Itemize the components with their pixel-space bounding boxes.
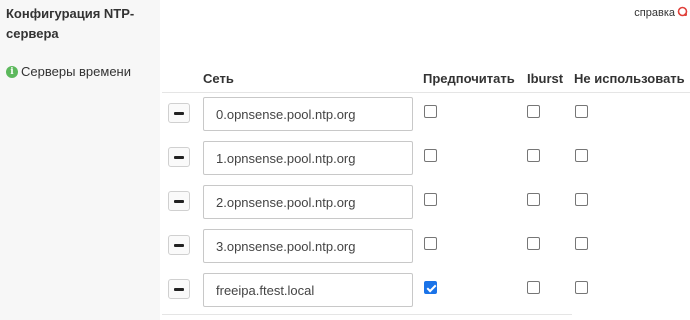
table-row <box>160 229 690 263</box>
prefer-checkbox[interactable] <box>424 281 437 294</box>
iburst-checkbox[interactable] <box>527 281 540 294</box>
remove-row-button[interactable] <box>168 147 190 167</box>
server-input[interactable] <box>203 97 413 131</box>
table-bottom-divider <box>162 314 572 315</box>
info-icon[interactable]: i <box>6 65 18 78</box>
minus-icon <box>174 287 184 291</box>
section-title: Конфигурация NTP-сервера <box>6 6 135 41</box>
field-label-text: Серверы времени <box>21 64 131 79</box>
column-header-network: Сеть <box>203 71 234 86</box>
table-row <box>160 141 690 175</box>
prefer-checkbox[interactable] <box>424 237 437 250</box>
header-divider <box>162 92 690 93</box>
label-column: Конфигурация NTP-сервера i Серверы време… <box>0 0 160 320</box>
server-input[interactable] <box>203 229 413 263</box>
noselect-checkbox[interactable] <box>575 105 588 118</box>
prefer-checkbox[interactable] <box>424 105 437 118</box>
column-header-prefer: Предпочитать <box>423 71 515 86</box>
field-label-time-servers[interactable]: i Серверы времени <box>6 64 131 79</box>
ntp-settings-panel: Конфигурация NTP-сервера i Серверы време… <box>0 0 690 320</box>
iburst-checkbox[interactable] <box>527 237 540 250</box>
iburst-checkbox[interactable] <box>527 193 540 206</box>
noselect-checkbox[interactable] <box>575 193 588 206</box>
remove-row-button[interactable] <box>168 235 190 255</box>
remove-row-button[interactable] <box>168 103 190 123</box>
help-label: справка <box>634 7 675 19</box>
minus-icon <box>174 155 184 159</box>
iburst-checkbox[interactable] <box>527 149 540 162</box>
prefer-checkbox[interactable] <box>424 193 437 206</box>
noselect-checkbox[interactable] <box>575 237 588 250</box>
column-header-noselect: Не использовать <box>574 71 685 86</box>
noselect-checkbox[interactable] <box>575 281 588 294</box>
server-input[interactable] <box>203 273 413 307</box>
iburst-checkbox[interactable] <box>527 105 540 118</box>
table-row <box>160 97 690 131</box>
column-header-iburst: Iburst <box>527 71 564 86</box>
server-input[interactable] <box>203 185 413 219</box>
server-input[interactable] <box>203 141 413 175</box>
minus-icon <box>174 243 184 247</box>
minus-icon <box>174 111 184 115</box>
table-header: Сеть Предпочитать Iburst Не использовать <box>160 62 690 92</box>
table-row <box>160 273 690 307</box>
prefer-checkbox[interactable] <box>424 149 437 162</box>
noselect-checkbox[interactable] <box>575 149 588 162</box>
help-toggle[interactable]: справка <box>634 6 688 20</box>
minus-icon <box>174 199 184 203</box>
table-row <box>160 185 690 219</box>
remove-row-button[interactable] <box>168 191 190 211</box>
toggle-circle-icon[interactable] <box>677 6 688 20</box>
remove-row-button[interactable] <box>168 279 190 299</box>
